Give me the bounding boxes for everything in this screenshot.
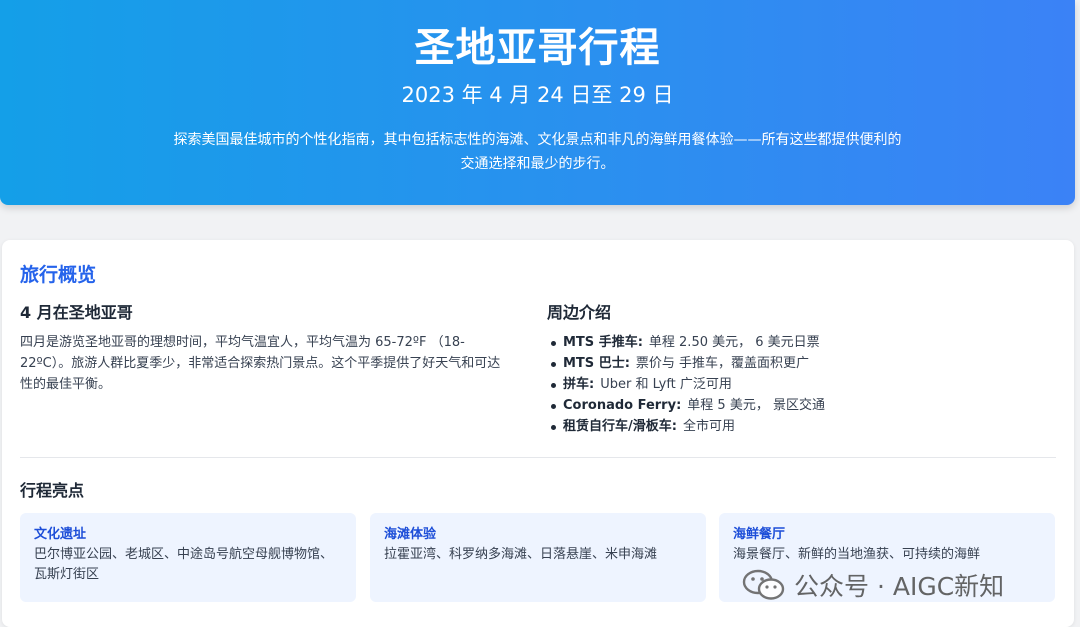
transport-list: MTS 手推车: 单程 2.50 美元， 6 美元日票 MTS 巴士: 票价与 手推…	[547, 332, 1047, 437]
transport-label: MTS 手推车:	[563, 335, 643, 350]
highlight-title: 文化遗址	[34, 527, 87, 542]
transport-column: 周边介绍 MTS 手推车: 单程 2.50 美元， 6 美元日票 MTS 巴士: 票…	[547, 302, 1047, 437]
hero-banner: 圣地亚哥行程 2023 年 4 月 24 日至 29 日 探索美国最佳城市的个性…	[0, 0, 1075, 205]
april-text: 四月是游览圣地亚哥的理想时间，平均气温宜人，平均气温为 65-72ºF （18-…	[20, 335, 501, 392]
page-title: 圣地亚哥行程	[414, 25, 661, 71]
list-item: 租赁自行车/滑板车: 全市可用	[547, 416, 1047, 437]
list-item: MTS 巴士: 票价与 手推车，覆盖面积更广	[547, 353, 1047, 374]
transport-label: 租赁自行车/滑板车:	[563, 419, 677, 434]
highlight-title: 海鲜餐厅	[733, 527, 786, 542]
watermark-text: 公众号 · AIGC新知	[794, 572, 1005, 601]
transport-text: 单程 5 美元， 景区交通	[687, 398, 825, 413]
april-heading: 4 月在圣地亚哥	[20, 303, 133, 322]
transport-text: 单程 2.50 美元， 6 美元日票	[648, 335, 820, 350]
transport-label: MTS 巴士:	[563, 356, 630, 371]
highlight-text: 拉霍亚湾、科罗纳多海滩、日落悬崖、米申海滩	[384, 547, 658, 562]
wechat-icon	[742, 569, 785, 600]
transport-label: Coronado Ferry:	[563, 398, 682, 413]
highlight-text: 巴尔博亚公园、老城区、中途岛号航空母舰博物馆、瓦斯灯街区	[34, 547, 334, 582]
transport-text: Uber 和 Lyft 广泛可用	[600, 377, 732, 392]
intro-text: 探索美国最佳城市的个性化指南，其中包括标志性的海滩、文化景点和非凡的海鲜用餐体验…	[173, 132, 902, 172]
highlight-text: 海景餐厅、新鲜的当地渔获、可持续的海鲜	[733, 547, 981, 562]
transport-text: 票价与 手推车，覆盖面积更广	[635, 356, 810, 371]
list-item: MTS 手推车: 单程 2.50 美元， 6 美元日票	[547, 332, 1047, 353]
transport-text: 全市可用	[682, 419, 735, 434]
list-item: 拼车: Uber 和 Lyft 广泛可用	[547, 374, 1047, 395]
list-item: Coronado Ferry: 单程 5 美元， 景区交通	[547, 395, 1047, 416]
highlight-card-culture: 文化遗址 巴尔博亚公园、老城区、中途岛号航空母舰博物馆、瓦斯灯街区	[20, 513, 356, 602]
trip-dates: 2023 年 4 月 24 日至 29 日	[401, 83, 674, 107]
highlight-title: 海滩体验	[384, 527, 437, 542]
section-divider	[20, 457, 1056, 458]
highlights-title: 行程亮点	[20, 481, 85, 500]
april-column: 4 月在圣地亚哥 四月是游览圣地亚哥的理想时间，平均气温宜人，平均气温为 65-…	[20, 302, 510, 395]
overview-title: 旅行概览	[20, 264, 97, 286]
transport-label: 拼车:	[563, 377, 595, 392]
transport-heading: 周边介绍	[547, 303, 612, 322]
watermark: 公众号 · AIGC新知	[742, 568, 1004, 602]
highlight-card-beach: 海滩体验 拉霍亚湾、科罗纳多海滩、日落悬崖、米申海滩	[370, 513, 706, 602]
